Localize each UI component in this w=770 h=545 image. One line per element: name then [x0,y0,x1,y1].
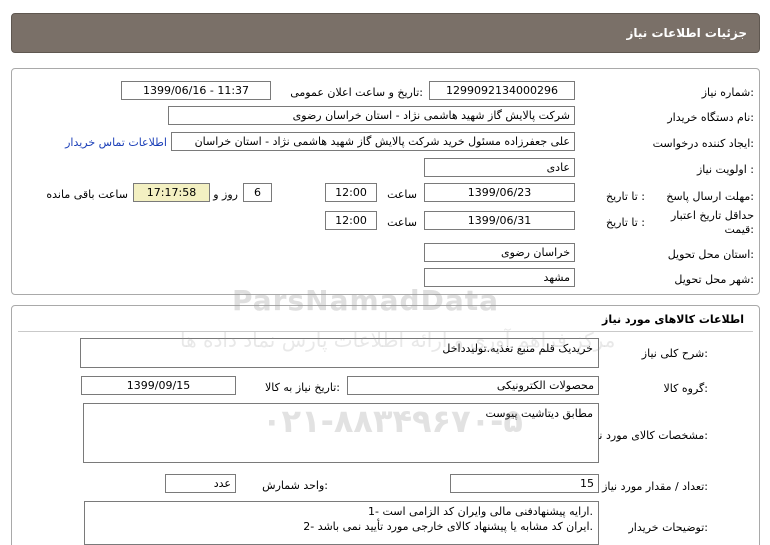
page-title: جزئیات اطلاعات نیاز [626,26,747,40]
deadline-date-field: 1399/06/23 [424,183,575,202]
validity-to-date-label: تا تاریخ : [606,216,645,229]
priority-field: عادی [424,158,575,177]
specs-label: مشخصات کالای مورد نیاز: [587,429,708,442]
deadline-to-date-label: تا تاریخ : [606,190,645,203]
buyer-org-label: نام دستگاه خریدار: [667,111,754,124]
need-date-field: 1399/09/15 [81,376,236,395]
remaining-time-field: 17:17:58 [133,183,210,202]
goods-group-label: گروه کالا: [663,382,708,395]
unit-label: واحد شمارش: [262,479,328,492]
buyer-contact-link[interactable]: اطلاعات تماس خریدار [65,136,167,149]
deadline-label: مهلت ارسال پاسخ: [666,190,754,203]
deadline-time-label: ساعت [387,188,417,201]
quantity-label: تعداد / مقدار مورد نیاز: [602,480,708,493]
need-number-field: 1299092134000296 [429,81,575,100]
province-label: استان محل تحویل: [667,248,754,261]
goods-group-field: محصولات الکترونیکی [347,376,599,395]
watermark-brand: ParsNamadData [232,284,499,317]
city-label: شهر محل تحویل: [674,273,754,286]
page-header: جزئیات اطلاعات نیاز [11,13,760,53]
requester-label: ایجاد کننده درخواست: [652,137,754,150]
remaining-time-label: ساعت باقی مانده [46,188,128,201]
need-number-label: شماره نیاز: [701,86,754,99]
announce-date-field: 1399/06/16 - 11:37 [121,81,271,100]
goods-section-title: اطلاعات کالاهای مورد نیاز [602,313,744,326]
need-info-panel [11,68,760,295]
need-date-label: تاریخ نیاز به کالا: [265,381,340,394]
price-validity-label: حداقل تاریخ اعتبار قیمت: [644,209,754,237]
announce-date-label: تاریخ و ساعت اعلان عمومی: [290,86,423,99]
buyer-notes-field: 1- ارایه پیشنهادفنی مالی وایران کد الزام… [84,501,599,545]
days-label: روز و [213,188,238,201]
need-summary-label: شرح کلی نیاز: [641,347,708,360]
buyer-notes-label: توضیحات خریدار: [628,521,709,534]
priority-label: اولویت نیاز : [696,163,754,176]
buyer-note-2: 2- ایران کد مشابه یا پیشنهاد کالای خارجی… [303,520,593,533]
validity-time-label: ساعت [387,216,417,229]
days-remaining-field: 6 [243,183,272,202]
validity-time-field: 12:00 [325,211,377,230]
price-validity-label-text: حداقل تاریخ اعتبار قیمت: [670,209,754,236]
watermark-phone: ۰۲۱-۸۸۳۴۹۶۷۰-۵ [262,402,523,440]
requester-field: علی جعفرزاده مسئول خرید شرکت پالایش گاز … [171,132,575,151]
watermark-tagline: مرکز فراهم آوری و ارائه اطلاعات پارس نما… [180,328,616,352]
validity-date-field: 1399/06/31 [424,211,575,230]
province-field: خراسان رضوی [424,243,575,262]
buyer-note-1: 1- ارایه پیشنهادفنی مالی وایران کد الزام… [368,505,593,518]
buyer-org-field: شرکت پالایش گاز شهید هاشمی نژاد - استان … [168,106,575,125]
unit-field: عدد [165,474,236,493]
deadline-time-field: 12:00 [325,183,377,202]
quantity-field: 15 [450,474,599,493]
